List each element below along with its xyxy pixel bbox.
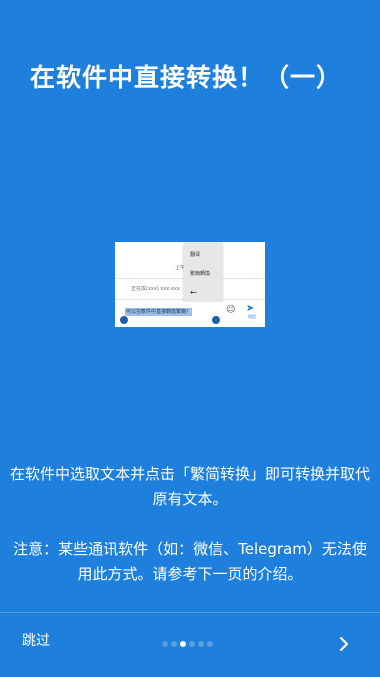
back-arrow-icon: ← <box>190 288 197 297</box>
send-icon: ➤ <box>246 303 255 314</box>
selection-handle-right <box>212 316 220 324</box>
next-button[interactable] <box>334 632 354 656</box>
chevron-right-icon <box>339 637 349 651</box>
footer-divider <box>0 612 380 613</box>
page-dot <box>207 641 213 647</box>
selection-handle-left <box>120 316 128 324</box>
description-text: 在软件中选取文本并点击「繁简转换」即可转换并取代原有文本。 <box>10 465 371 508</box>
preview-phone-text: 正在與(xxx) xxx-xxx <box>131 286 180 292</box>
note-text: 注意：某些通讯软件（如：微信、Telegram）无法使用此方式。请参考下一页的介… <box>13 540 367 583</box>
popup-item-convert: 繁簡轉換 <box>190 271 211 277</box>
page-title: 在软件中直接转换！（一） <box>30 63 343 92</box>
send-label: 短信 <box>248 314 256 319</box>
preview-input-bar: 可以在軟件中直接轉換繁簡！ ☺ ➤ 短信 <box>115 302 265 327</box>
preview-image: 上午 正在與(xxx) xxx-xxx 翻译 繁簡轉換 ← 可以在軟件中直接轉換… <box>115 242 265 327</box>
page-dot <box>189 641 195 647</box>
page-dot <box>198 641 204 647</box>
popup-item-translate: 翻译 <box>190 252 201 258</box>
preview-selected-text: 可以在軟件中直接轉換繁簡！ <box>125 308 193 316</box>
emoji-icon: ☺ <box>226 305 236 315</box>
skip-button[interactable]: 跳过 <box>22 630 50 650</box>
page-dot <box>171 641 177 647</box>
page-indicator <box>162 641 213 647</box>
page-dot <box>162 641 168 647</box>
page-dot-active <box>180 641 186 647</box>
context-menu-popup: 翻译 繁簡轉換 ← <box>184 242 222 305</box>
